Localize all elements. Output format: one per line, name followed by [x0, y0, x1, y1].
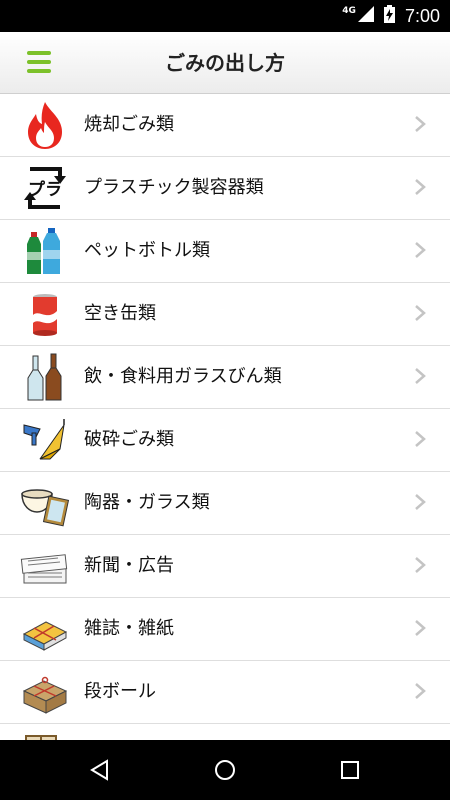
list-item-burnable[interactable]: 焼却ごみ類 [0, 94, 450, 157]
clock: 7:00 [404, 5, 440, 26]
magazine-bundle-icon [20, 604, 70, 654]
home-icon[interactable] [213, 758, 237, 782]
list-item-magazine[interactable]: 雑誌・雑紙 [0, 598, 450, 661]
chevron-right-icon [415, 683, 426, 699]
flame-icon [20, 100, 70, 150]
glass-bottle-icon [20, 352, 70, 402]
list-item-plastic[interactable]: プラ プラスチック製容器類 [0, 157, 450, 220]
chevron-right-icon [415, 431, 426, 447]
navigation-bar [0, 740, 450, 800]
list-item-newspaper[interactable]: 新聞・広告 [0, 535, 450, 598]
list-item-pet-bottle[interactable]: ペットボトル類 [0, 220, 450, 283]
item-label: 破砕ごみ類 [84, 429, 174, 450]
chevron-right-icon [415, 557, 426, 573]
back-icon[interactable] [88, 758, 112, 782]
item-label: 焼却ごみ類 [84, 114, 174, 135]
battery-charging-icon [383, 5, 395, 27]
hairdryer-umbrella-icon [20, 415, 70, 465]
chevron-right-icon [415, 305, 426, 321]
list-item-can[interactable]: 空き缶類 [0, 283, 450, 346]
furniture-icon [20, 730, 70, 740]
svg-text:プラ: プラ [28, 179, 62, 200]
app-header: ごみの出し方 [0, 32, 450, 94]
network-type: 4G [342, 6, 356, 16]
chevron-right-icon [415, 494, 426, 510]
newspaper-icon [20, 541, 70, 591]
signal-icon [357, 6, 374, 26]
bowl-mirror-icon [20, 478, 70, 528]
plastic-recycle-icon: プラ [20, 163, 70, 213]
chevron-right-icon [415, 368, 426, 384]
item-label: 新聞・広告 [84, 555, 174, 576]
page-title: ごみの出し方 [165, 51, 285, 75]
recents-icon[interactable] [338, 758, 362, 782]
list-item-ceramics[interactable]: 陶器・ガラス類 [0, 472, 450, 535]
item-label: 飲・食料用ガラスびん類 [84, 366, 282, 387]
item-label: 空き缶類 [84, 303, 156, 324]
item-label: ペットボトル類 [84, 240, 210, 261]
list-item-crushable[interactable]: 破砕ごみ類 [0, 409, 450, 472]
item-label: プラスチック製容器類 [84, 177, 264, 198]
chevron-right-icon [415, 116, 426, 132]
pet-bottle-icon [20, 226, 70, 276]
chevron-right-icon [415, 179, 426, 195]
list-item-furniture[interactable] [0, 724, 450, 740]
item-label: 段ボール [84, 681, 156, 702]
item-label: 陶器・ガラス類 [84, 492, 210, 513]
chevron-right-icon [415, 242, 426, 258]
status-bar: 4G 7:00 [0, 0, 450, 32]
category-list[interactable]: 焼却ごみ類 プラ プラスチック製容器類 ペットボトル類 空き缶類 飲・食料用ガラ… [0, 94, 450, 740]
list-item-cardboard[interactable]: 段ボール [0, 661, 450, 724]
chevron-right-icon [415, 620, 426, 636]
can-icon [20, 289, 70, 339]
item-label: 雑誌・雑紙 [84, 618, 174, 639]
list-item-glass-bottle[interactable]: 飲・食料用ガラスびん類 [0, 346, 450, 409]
cardboard-bundle-icon [20, 667, 70, 717]
